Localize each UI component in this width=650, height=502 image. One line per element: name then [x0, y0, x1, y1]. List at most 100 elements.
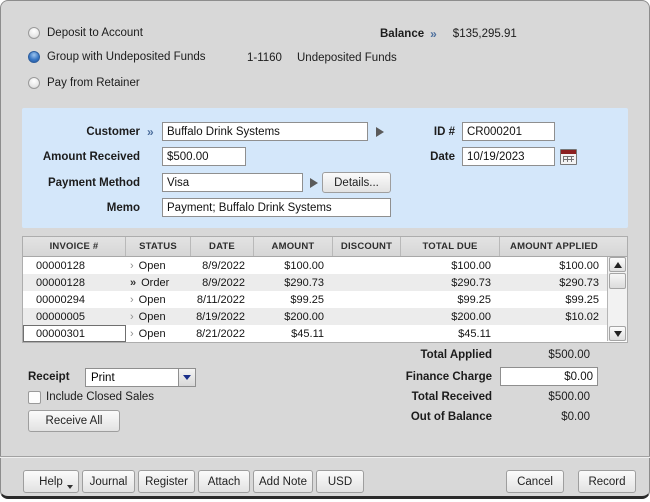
help-button[interactable]: Help	[23, 470, 79, 493]
radio-label: Deposit to Account	[47, 27, 143, 39]
include-closed-sales-checkbox[interactable]	[28, 391, 41, 404]
column-header[interactable]: AMOUNT APPLIED	[500, 237, 608, 256]
discount-cell[interactable]	[333, 257, 401, 274]
total-due-cell[interactable]: $290.73	[401, 274, 500, 291]
amount-received-input[interactable]: $500.00	[162, 147, 246, 166]
total-due-cell[interactable]: $100.00	[401, 257, 500, 274]
amount-cell[interactable]: $100.00	[254, 257, 333, 274]
total-due-cell[interactable]: $200.00	[401, 308, 500, 325]
column-header[interactable]: TOTAL DUE	[401, 237, 500, 256]
zoom-arrow-icon[interactable]: ›	[130, 260, 134, 272]
radio-icon[interactable]	[28, 51, 40, 63]
scroll-up-button[interactable]	[609, 257, 626, 272]
memo-input[interactable]: Payment; Buffalo Drink Systems	[162, 198, 391, 217]
amount-received-label: Amount Received	[42, 151, 140, 163]
discount-cell[interactable]	[333, 308, 401, 325]
total-due-cell[interactable]: $45.11	[401, 325, 500, 342]
receipt-dropdown-button[interactable]	[178, 368, 196, 387]
add-note-button[interactable]: Add Note	[253, 470, 313, 493]
column-header[interactable]: DATE	[191, 237, 254, 256]
table-row[interactable]: 00000128 › Open 8/9/2022 $100.00 $100.00 $100.…	[23, 257, 627, 274]
date-cell[interactable]: 8/11/2022	[191, 291, 254, 308]
scrollbar-thumb[interactable]	[609, 273, 626, 289]
customer-list-arrow-icon[interactable]	[376, 127, 384, 137]
amount-applied-cell[interactable]: $99.25	[500, 291, 608, 308]
customer-zoom-arrow[interactable]: »	[147, 125, 154, 139]
radio-deposit-to-account[interactable]: Deposit to Account	[28, 27, 143, 39]
balance-zoom-arrow[interactable]: »	[430, 27, 437, 41]
date-cell[interactable]: 8/19/2022	[191, 308, 254, 325]
zoom-arrow-icon[interactable]: ›	[130, 311, 134, 323]
invoice-cell[interactable]: 00000294	[23, 291, 126, 308]
memo-label: Memo	[106, 202, 140, 214]
payment-method-label: Payment Method	[47, 177, 140, 189]
radio-group-undeposited-funds[interactable]: Group with Undeposited Funds	[28, 51, 206, 63]
invoice-table: INVOICE # STATUS DATE AMOUNT DISCOUNT TOTAL D…	[22, 236, 628, 343]
column-header[interactable]: DISCOUNT	[333, 237, 401, 256]
discount-cell[interactable]	[333, 291, 401, 308]
include-closed-sales-label: Include Closed Sales	[46, 391, 155, 403]
invoice-cell[interactable]: 00000301	[23, 325, 126, 342]
receive-payments-window: Deposit to Account Group with Undeposite…	[0, 0, 650, 502]
invoice-cell[interactable]: 00000128	[23, 274, 126, 291]
date-cell[interactable]: 8/21/2022	[191, 325, 254, 342]
undeposited-account-number: 1-1160	[247, 52, 282, 64]
radio-icon[interactable]	[28, 77, 40, 89]
payment-method-list-arrow-icon[interactable]	[310, 178, 318, 188]
out-of-balance-value: $0.00	[561, 411, 590, 423]
amount-applied-cell[interactable]: $10.02	[500, 308, 608, 325]
register-button[interactable]: Register	[138, 470, 195, 493]
zoom-arrow-icon[interactable]: »	[130, 277, 136, 289]
amount-cell[interactable]: $99.25	[254, 291, 333, 308]
amount-cell[interactable]: $45.11	[254, 325, 333, 342]
customer-input[interactable]: Buffalo Drink Systems	[162, 122, 368, 141]
radio-icon[interactable]	[28, 27, 40, 39]
record-button[interactable]: Record	[578, 470, 636, 493]
amount-applied-cell[interactable]: $100.00	[500, 257, 608, 274]
status-value: Order	[141, 276, 170, 289]
id-label: ID #	[433, 126, 455, 138]
column-header[interactable]: AMOUNT	[254, 237, 333, 256]
journal-button[interactable]: Journal	[82, 470, 135, 493]
table-row[interactable]: 00000128» Order 8/9/2022 $290.73 $290.73 $290…	[23, 274, 627, 291]
zoom-arrow-icon[interactable]: ›	[130, 328, 134, 340]
receipt-dropdown-value[interactable]: Print	[85, 368, 178, 387]
discount-cell[interactable]	[333, 274, 401, 291]
total-received-value: $500.00	[548, 391, 590, 403]
currency-button[interactable]: USD	[316, 470, 364, 493]
column-header[interactable]: STATUS	[126, 237, 191, 256]
total-due-cell[interactable]: $99.25	[401, 291, 500, 308]
table-row[interactable]: 00000294 › Open 8/11/2022 $99.25 $99.25 $99.25	[23, 291, 627, 308]
amount-applied-cell[interactable]: $290.73	[500, 274, 608, 291]
id-input[interactable]: CR000201	[462, 122, 555, 141]
undeposited-account-name: Undeposited Funds	[297, 52, 397, 64]
attach-button[interactable]: Attach	[198, 470, 250, 493]
discount-cell[interactable]	[333, 325, 401, 342]
amount-cell[interactable]: $200.00	[254, 308, 333, 325]
scroll-down-button[interactable]	[609, 326, 626, 341]
table-row[interactable]: 00000301 › Open 8/21/2022 $45.11 $45.11	[23, 325, 627, 342]
zoom-arrow-icon[interactable]: ›	[130, 294, 134, 306]
table-row[interactable]: 00000005 › Open 8/19/2022 $200.00 $200.00 $10.…	[23, 308, 627, 325]
receive-all-button[interactable]: Receive All	[28, 410, 120, 432]
amount-applied-cell[interactable]	[500, 325, 608, 342]
table-scrollbar[interactable]	[607, 257, 627, 341]
date-cell[interactable]: 8/9/2022	[191, 274, 254, 291]
receipt-dropdown[interactable]: Print	[85, 368, 196, 387]
calendar-icon[interactable]	[560, 149, 577, 165]
column-header[interactable]: INVOICE #	[23, 237, 126, 256]
balance-display: Balance » $135,295.91	[380, 27, 517, 41]
invoice-cell[interactable]: 00000128	[23, 257, 126, 274]
amount-cell[interactable]: $290.73	[254, 274, 333, 291]
radio-pay-from-retainer[interactable]: Pay from Retainer	[28, 77, 140, 89]
cancel-button[interactable]: Cancel	[506, 470, 564, 493]
customer-label: Customer	[86, 126, 140, 138]
date-cell[interactable]: 8/9/2022	[191, 257, 254, 274]
invoice-table-header: INVOICE # STATUS DATE AMOUNT DISCOUNT TOTAL D…	[23, 237, 627, 257]
invoice-table-body: 00000128 › Open 8/9/2022 $100.00 $100.00 $100.…	[23, 257, 627, 342]
invoice-cell[interactable]: 00000005	[23, 308, 126, 325]
date-input[interactable]: 10/19/2023	[462, 147, 555, 166]
finance-charge-input[interactable]: $0.00	[500, 367, 598, 386]
details-button[interactable]: Details...	[322, 172, 391, 193]
payment-method-input[interactable]: Visa	[162, 173, 303, 192]
